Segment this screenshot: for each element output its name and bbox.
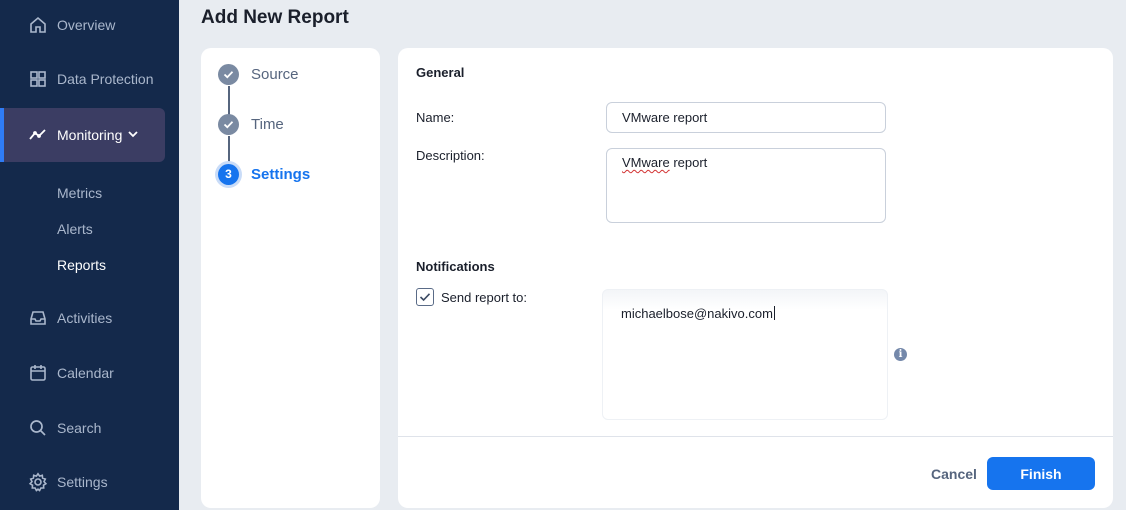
step-number: 3	[218, 163, 239, 185]
subnav-item-reports[interactable]: Reports	[57, 257, 106, 273]
name-input[interactable]: VMware report	[606, 102, 886, 133]
wizard-steps-panel: Source Time 3 Settings	[201, 48, 380, 508]
nav-item-overview[interactable]: Overview	[0, 0, 179, 52]
activity-line-icon	[27, 124, 49, 146]
info-icon[interactable]: i	[894, 348, 907, 361]
cancel-button[interactable]: Cancel	[919, 457, 989, 490]
nav-item-search[interactable]: Search	[0, 401, 179, 455]
text-caret	[773, 306, 775, 320]
nav-item-activities[interactable]: Activities	[0, 291, 179, 345]
step-label: Time	[251, 115, 284, 133]
nav-item-data-protection[interactable]: Data Protection	[0, 52, 179, 106]
nav-label-monitoring: Monitoring	[57, 127, 123, 143]
sidebar: Overview Data Protection Monitoring Metr…	[0, 0, 179, 510]
send-report-label: Send report to:	[441, 289, 527, 305]
report-settings-form: General Name: VMware report Description:…	[398, 48, 1113, 508]
step-source[interactable]: Source	[218, 63, 299, 85]
finish-button[interactable]: Finish	[987, 457, 1095, 490]
nav-item-calendar[interactable]: Calendar	[0, 346, 179, 400]
step-connector	[228, 86, 230, 116]
description-textarea[interactable]: VMware report	[606, 148, 886, 223]
email-recipients-textarea[interactable]: michaelbose@nakivo.com	[602, 289, 888, 420]
name-label: Name:	[416, 110, 455, 125]
nav-label-overview: Overview	[57, 17, 116, 33]
grid-icon	[27, 68, 49, 90]
check-icon	[218, 113, 239, 135]
general-section-title: General	[416, 65, 465, 80]
nav-label-calendar: Calendar	[57, 365, 114, 381]
notifications-section-title: Notifications	[416, 259, 495, 274]
search-icon	[27, 417, 49, 439]
page-title: Add New Report	[201, 7, 349, 28]
description-text: report	[673, 155, 708, 170]
nav-label-search: Search	[57, 420, 102, 436]
step-time[interactable]: Time	[218, 113, 284, 135]
step-connector	[228, 136, 230, 166]
step-label: Settings	[251, 165, 311, 183]
description-label: Description:	[416, 148, 485, 163]
chevron-down-icon	[127, 127, 139, 143]
calendar-icon	[27, 362, 49, 384]
inbox-icon	[27, 307, 49, 329]
nav-item-monitoring[interactable]: Monitoring	[0, 108, 165, 162]
misspelled-word: VMware	[622, 155, 670, 170]
step-label: Source	[251, 65, 299, 83]
nav-item-settings[interactable]: Settings	[0, 455, 179, 509]
subnav-item-metrics[interactable]: Metrics	[57, 185, 102, 201]
step-settings[interactable]: 3 Settings	[218, 163, 310, 185]
email-text: michaelbose@nakivo.com	[621, 306, 773, 321]
send-report-checkbox[interactable]: Send report to:	[416, 288, 527, 306]
footer-divider	[398, 436, 1113, 437]
check-icon	[218, 63, 239, 85]
nav-label-settings: Settings	[57, 474, 108, 490]
home-icon	[27, 14, 49, 36]
gear-icon	[27, 471, 49, 493]
nav-label-data-protection: Data Protection	[57, 71, 154, 87]
checkbox-checked-icon[interactable]	[416, 288, 434, 306]
nav-label-activities: Activities	[57, 310, 113, 326]
subnav-item-alerts[interactable]: Alerts	[57, 221, 93, 237]
